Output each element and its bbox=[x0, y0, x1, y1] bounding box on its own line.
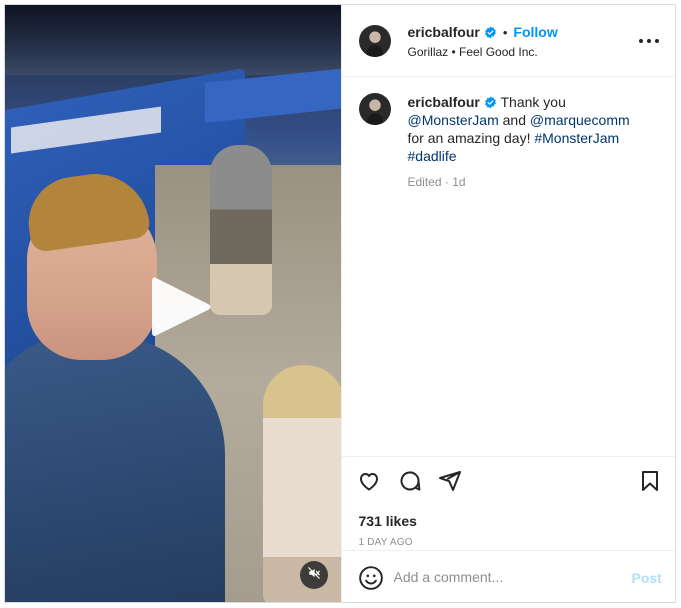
comment-box: Post bbox=[341, 550, 675, 602]
caption-text-3: for an amazing day! bbox=[407, 130, 531, 146]
author-username[interactable]: ericbalfour bbox=[408, 24, 480, 40]
author-avatar[interactable] bbox=[358, 25, 391, 57]
verified-badge-icon bbox=[484, 93, 497, 109]
comment-icon bbox=[398, 469, 422, 498]
caption-text: ericbalfour Thank you @MonsterJam and @m… bbox=[408, 93, 648, 165]
separator-dot: • bbox=[502, 24, 508, 40]
mention-monsterjam[interactable]: @MonsterJam bbox=[408, 112, 499, 128]
verified-badge-icon bbox=[484, 26, 497, 39]
post-dialog: ericbalfour • Follow Gorillaz • Feel Goo… bbox=[4, 4, 676, 603]
play-icon[interactable] bbox=[148, 272, 214, 342]
bookmark-icon bbox=[638, 469, 662, 498]
comment-button[interactable] bbox=[397, 470, 423, 496]
denim-jacket bbox=[5, 335, 225, 602]
like-button[interactable] bbox=[356, 470, 382, 496]
mention-marquecomm[interactable]: @marquecomm bbox=[530, 112, 630, 128]
post-video[interactable] bbox=[5, 5, 341, 602]
muted-icon bbox=[307, 566, 321, 585]
caption-text-1: Thank you bbox=[500, 94, 566, 110]
mute-toggle-button[interactable] bbox=[300, 561, 328, 589]
comment-input[interactable] bbox=[393, 565, 614, 589]
post-date: 1 DAY AGO bbox=[358, 537, 413, 548]
edited-timestamp: Edited · 1d bbox=[407, 175, 466, 189]
caption-username[interactable]: ericbalfour bbox=[408, 94, 480, 110]
arena-stands bbox=[5, 5, 341, 75]
share-button[interactable] bbox=[437, 470, 463, 496]
post-details-panel: ericbalfour • Follow Gorillaz • Feel Goo… bbox=[340, 5, 675, 602]
emoji-icon[interactable] bbox=[358, 565, 384, 591]
heart-icon bbox=[357, 469, 381, 498]
hashtag-monsterjam[interactable]: #MonsterJam bbox=[534, 130, 619, 146]
post-header: ericbalfour • Follow Gorillaz • Feel Goo… bbox=[341, 5, 675, 77]
share-icon bbox=[438, 469, 462, 498]
post-comment-button[interactable]: Post bbox=[632, 570, 662, 586]
caption-avatar[interactable] bbox=[358, 93, 391, 125]
audio-link[interactable]: Gorillaz • Feel Good Inc. bbox=[408, 45, 538, 59]
likes-count[interactable]: 731 likes bbox=[359, 513, 417, 529]
more-options-icon[interactable] bbox=[638, 30, 660, 52]
save-button[interactable] bbox=[637, 470, 663, 496]
follow-button[interactable]: Follow bbox=[513, 24, 557, 40]
action-bar bbox=[341, 456, 675, 508]
walking-person bbox=[210, 145, 272, 315]
caption-text-2: and bbox=[502, 112, 526, 128]
hashtag-dadlife[interactable]: #dadlife bbox=[408, 148, 457, 164]
